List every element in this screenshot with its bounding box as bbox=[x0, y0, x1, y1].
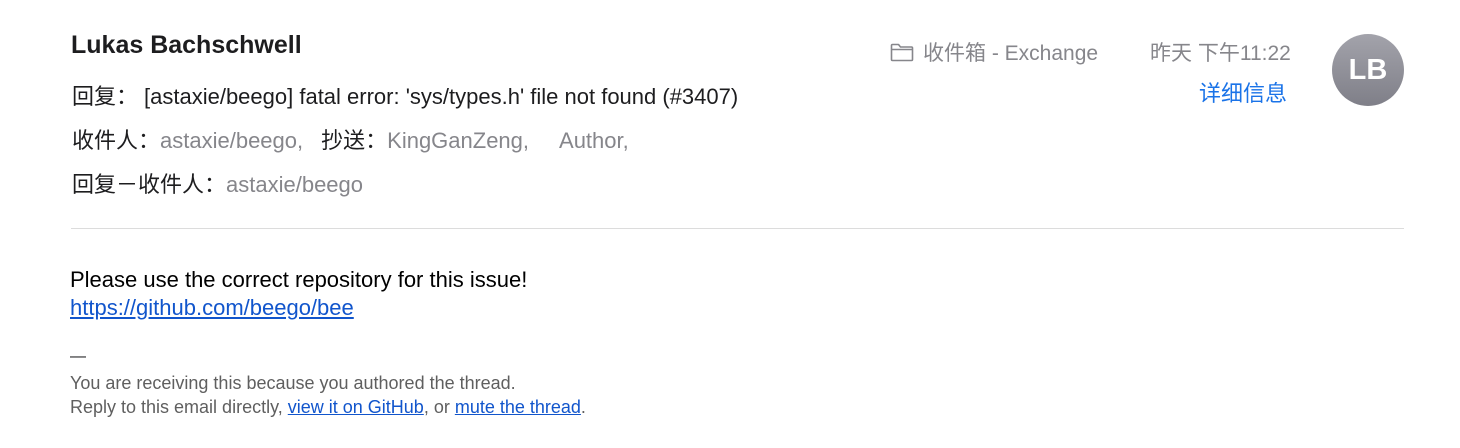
mute-thread-link[interactable]: mute the thread bbox=[455, 397, 581, 417]
recipients-row: 收件人：astaxie/beego, 抄送：KingGanZeng, Author, bbox=[72, 123, 629, 155]
reply-to-recipient[interactable]: astaxie/beego bbox=[226, 172, 363, 197]
message-date: 昨天 下午11:22 bbox=[1150, 42, 1291, 65]
footer-suffix: . bbox=[580, 397, 586, 417]
reply-to-row: 回复－收件人：astaxie/beego bbox=[72, 167, 363, 199]
subject-row: 回复： [astaxie/beego] fatal error: 'sys/typ… bbox=[72, 79, 738, 111]
details-link[interactable]: 详细信息 bbox=[1199, 76, 1287, 108]
sender-name: Lukas Bachschwell bbox=[71, 31, 302, 59]
repository-link[interactable]: https://github.com/beego/bee bbox=[70, 295, 354, 320]
cc-recipient[interactable]: Author, bbox=[559, 128, 629, 153]
mailbox-indicator: 收件箱 - Exchange bbox=[890, 37, 1098, 67]
mailbox-name: 收件箱 - Exchange bbox=[923, 42, 1099, 65]
body-link-line: https://github.com/beego/bee bbox=[70, 295, 354, 321]
cc-label: 抄送： bbox=[321, 128, 388, 153]
to-label: 收件人： bbox=[72, 128, 161, 153]
footer-actions: Reply to this email directly, view it on… bbox=[70, 397, 586, 418]
footer-notice: You are receiving this because you autho… bbox=[70, 373, 516, 393]
avatar: LB bbox=[1332, 34, 1404, 106]
folder-icon bbox=[890, 42, 914, 62]
view-on-github-link[interactable]: view it on GitHub bbox=[288, 397, 424, 417]
subject-label: 回复： bbox=[72, 84, 139, 109]
footer-prefix: Reply to this email directly, bbox=[70, 397, 288, 417]
header-divider bbox=[71, 228, 1404, 229]
subject-text: [astaxie/beego] fatal error: 'sys/types.… bbox=[144, 84, 739, 109]
footer-mid: , or bbox=[423, 397, 455, 417]
cc-recipient[interactable]: KingGanZeng, bbox=[387, 128, 529, 153]
reply-to-label: 回复－收件人： bbox=[72, 172, 227, 197]
email-message-view: Lukas Bachschwell 回复： [astaxie/beego] fat… bbox=[0, 0, 1460, 448]
to-recipient[interactable]: astaxie/beego, bbox=[160, 128, 303, 153]
signature-separator: — bbox=[70, 348, 86, 365]
body-text: Please use the correct repository for th… bbox=[70, 267, 528, 292]
